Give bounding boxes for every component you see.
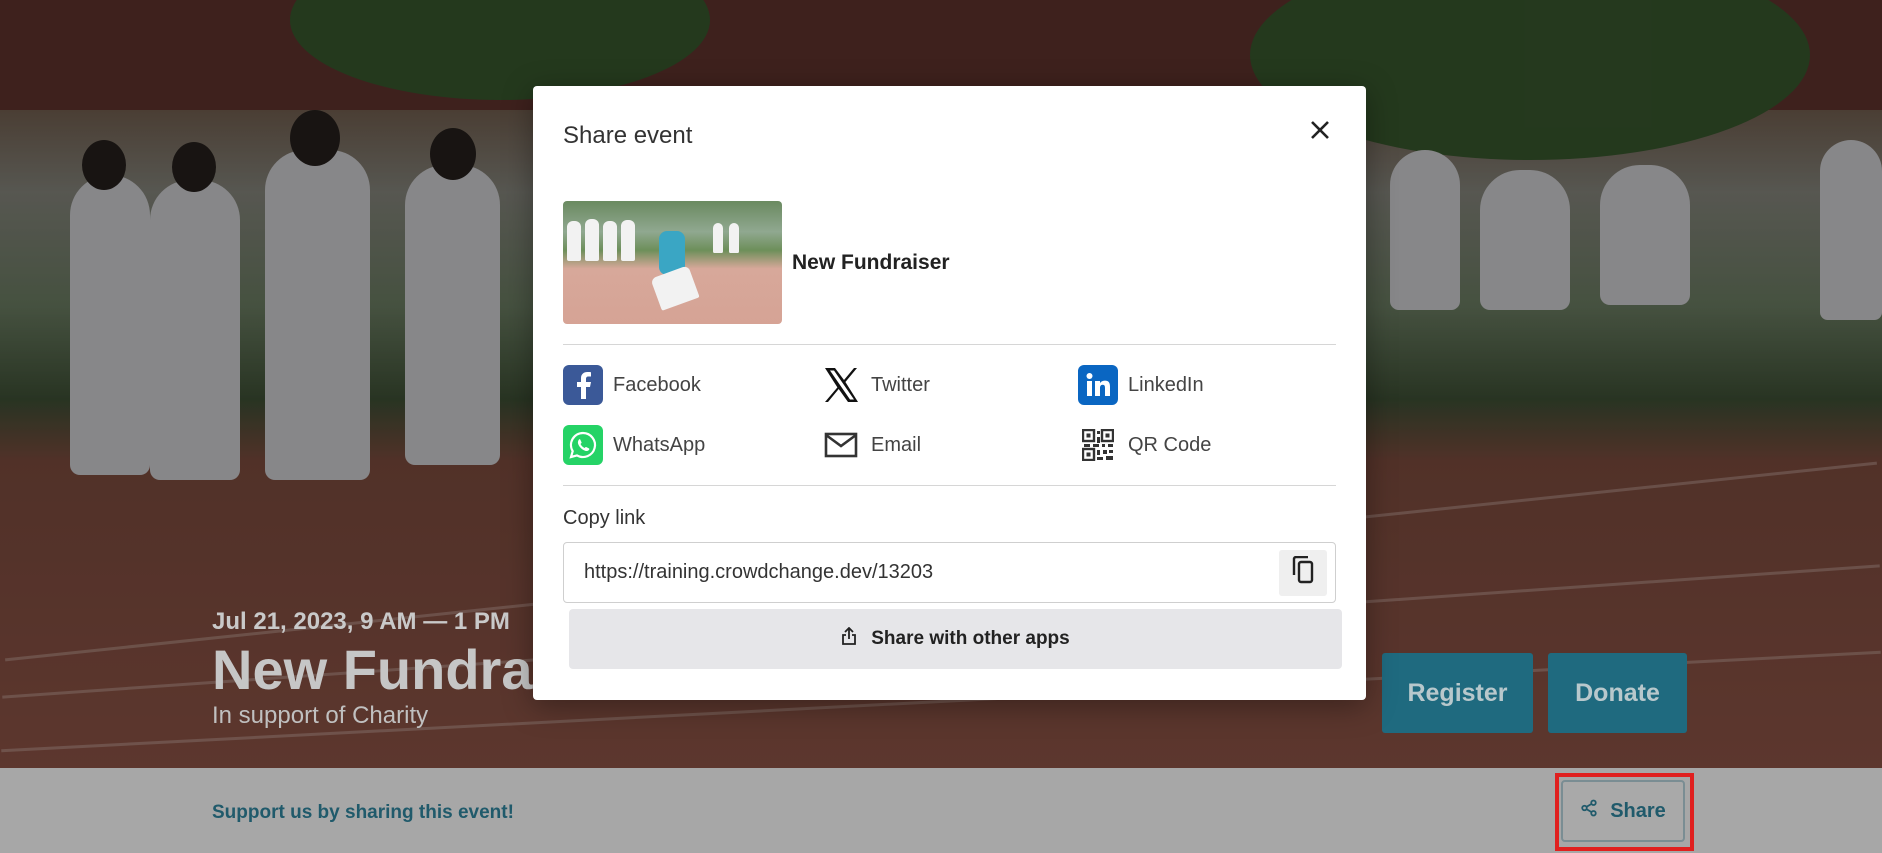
- register-button[interactable]: Register: [1382, 653, 1533, 733]
- share-twitter[interactable]: Twitter: [821, 364, 1078, 406]
- close-button[interactable]: [1302, 114, 1338, 150]
- envelope-icon: [821, 425, 861, 465]
- event-thumbnail: [563, 201, 782, 324]
- copy-link-label: Copy link: [563, 507, 646, 529]
- share-with-other-apps-button[interactable]: Share with other apps: [569, 609, 1342, 669]
- divider: [563, 344, 1336, 345]
- share-facebook[interactable]: Facebook: [563, 364, 821, 406]
- share-bar-text: Support us by sharing this event!: [212, 802, 514, 823]
- donate-button[interactable]: Donate: [1548, 653, 1687, 733]
- social-share-grid: Facebook Twitter LinkedIn WhatsApp Email: [563, 364, 1336, 466]
- facebook-label: Facebook: [613, 373, 701, 396]
- share-linkedin[interactable]: LinkedIn: [1078, 364, 1336, 406]
- share-qr-code[interactable]: QR Code: [1078, 424, 1336, 466]
- qr-code-icon: [1078, 425, 1118, 465]
- share-email[interactable]: Email: [821, 424, 1078, 466]
- linkedin-label: LinkedIn: [1128, 373, 1204, 396]
- copy-icon: [1290, 555, 1316, 590]
- upload-share-icon: [841, 626, 857, 651]
- divider: [563, 485, 1336, 486]
- close-icon: [1309, 119, 1331, 146]
- twitter-label: Twitter: [871, 373, 930, 396]
- share-button-highlight: [1555, 773, 1694, 851]
- share-link-text: https://training.crowdchange.dev/13203: [584, 561, 934, 583]
- share-modal: Share event New Fundraiser Facebook Twit…: [533, 86, 1366, 700]
- x-twitter-icon: [821, 365, 861, 405]
- share-link-field[interactable]: https://training.crowdchange.dev/13203: [563, 542, 1336, 603]
- copy-link-button[interactable]: [1279, 550, 1327, 596]
- whatsapp-label: WhatsApp: [613, 433, 706, 456]
- preview-title: New Fundraiser: [792, 250, 950, 274]
- event-subtitle: In support of Charity: [212, 702, 429, 729]
- modal-title: Share event: [563, 122, 693, 149]
- whatsapp-icon: [563, 425, 603, 465]
- linkedin-icon: [1078, 365, 1118, 405]
- qr-code-label: QR Code: [1128, 433, 1212, 456]
- email-label: Email: [871, 433, 922, 456]
- share-whatsapp[interactable]: WhatsApp: [563, 424, 821, 466]
- facebook-icon: [563, 365, 603, 405]
- event-preview: New Fundraiser: [563, 201, 950, 324]
- share-with-other-apps-label: Share with other apps: [871, 628, 1070, 649]
